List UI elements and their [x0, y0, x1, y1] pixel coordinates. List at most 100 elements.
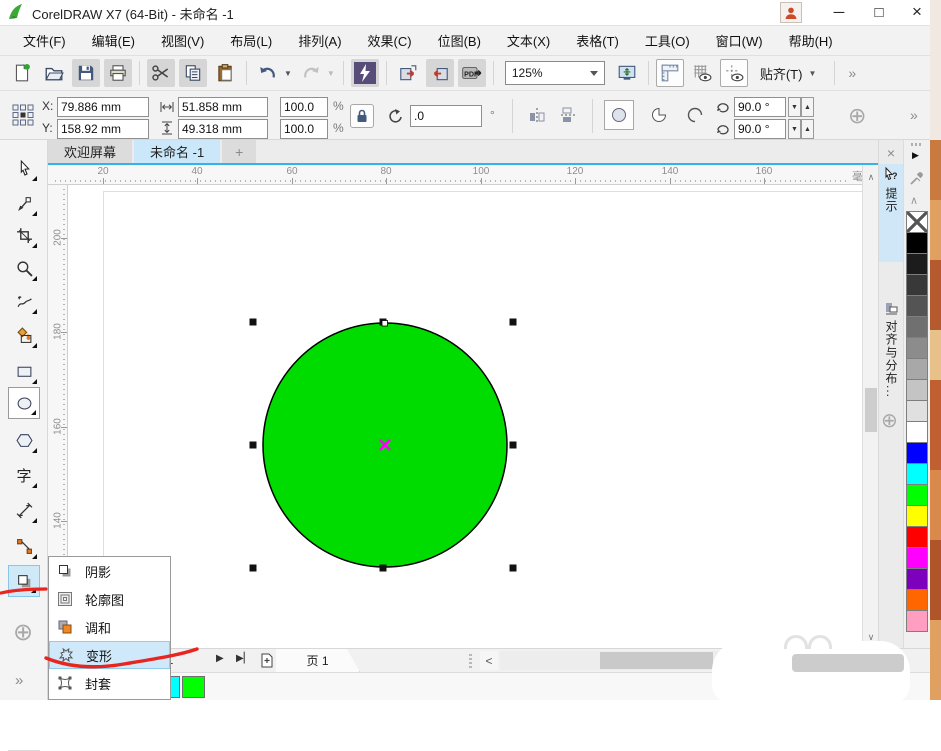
menu-item-10[interactable]: 窗口(W) — [703, 27, 776, 54]
shape-tool[interactable] — [8, 187, 40, 219]
menu-item-7[interactable]: 文本(X) — [494, 27, 563, 54]
vertical-scroll-thumb[interactable] — [865, 388, 877, 432]
menu-item-5[interactable]: 效果(C) — [355, 27, 425, 54]
flyout-item-blend[interactable]: 调和 — [49, 613, 170, 641]
palette-swatch[interactable] — [906, 610, 928, 632]
crop-tool[interactable] — [8, 219, 40, 251]
scale-v-input[interactable] — [280, 119, 328, 139]
drop-shadow-tool[interactable] — [8, 565, 40, 597]
show-grid-button[interactable] — [688, 59, 716, 87]
start-angle-input[interactable] — [734, 97, 786, 117]
palette-swatch[interactable] — [906, 358, 928, 380]
palette-swatch[interactable] — [906, 232, 928, 254]
start-angle-down-spinner[interactable]: ▼ — [788, 97, 801, 117]
snap-to-button[interactable]: 贴齐(T) ▼ — [754, 61, 826, 86]
dimension-tool[interactable] — [8, 494, 40, 526]
eyedropper-icon[interactable] — [909, 170, 925, 186]
docker-tab-hints[interactable]: ? 提示 — [879, 164, 904, 262]
add-page-icon[interactable] — [260, 653, 274, 668]
palette-swatch[interactable] — [906, 526, 928, 548]
scale-h-input[interactable] — [280, 97, 328, 117]
document-palette-swatch[interactable] — [182, 676, 205, 698]
x-position-input[interactable] — [57, 97, 149, 117]
mirror-horizontal-button[interactable] — [524, 102, 550, 128]
quick-customize-button[interactable]: ⊕ — [848, 103, 866, 129]
object-origin-icon[interactable] — [12, 104, 34, 126]
toolbox-customize-button[interactable]: ⊕ — [13, 618, 33, 647]
new-tab-button[interactable]: + — [222, 140, 256, 163]
zoom-tool[interactable] — [8, 252, 40, 284]
publish-pdf-button[interactable]: PDF — [458, 59, 486, 87]
palette-grip[interactable] — [911, 143, 923, 146]
horizontal-ruler[interactable]: 毫米 20406080100120140160 — [48, 165, 878, 185]
undo-button[interactable] — [254, 59, 282, 87]
menu-item-11[interactable]: 帮助(H) — [776, 27, 846, 54]
minimize-button[interactable]: ─ — [822, 0, 856, 24]
end-angle-down-spinner[interactable]: ▼ — [788, 119, 801, 139]
tab-welcome-screen[interactable]: 欢迎屏幕 — [48, 140, 132, 163]
zoom-level-combobox[interactable]: 125% — [505, 61, 605, 85]
flyout-item-envelope[interactable]: 封套 — [49, 669, 170, 697]
palette-swatch[interactable] — [906, 589, 928, 611]
redo-dropdown-arrow[interactable]: ▼ — [327, 69, 335, 78]
toolbox-overflow-button[interactable]: » — [15, 672, 23, 689]
end-angle-up-spinner[interactable]: ▲ — [801, 119, 814, 139]
palette-swatch[interactable] — [906, 337, 928, 359]
application-launcher-button[interactable] — [351, 59, 379, 87]
palette-scroll-up[interactable]: ∧ — [910, 194, 918, 207]
end-angle-input[interactable] — [734, 119, 786, 139]
last-page-button[interactable]: ▶▏ — [236, 653, 251, 664]
show-rulers-button[interactable] — [656, 59, 684, 87]
import-button[interactable] — [394, 59, 422, 87]
open-button[interactable] — [40, 59, 68, 87]
flyout-item-distort[interactable]: 变形 — [49, 641, 170, 669]
pick-tool[interactable] — [8, 152, 40, 184]
show-guidelines-button[interactable] — [720, 59, 748, 87]
menu-item-9[interactable]: 工具(O) — [632, 27, 703, 54]
arc-mode-button[interactable] — [682, 102, 708, 128]
polygon-tool[interactable] — [8, 424, 40, 456]
menu-item-4[interactable]: 排列(A) — [285, 27, 354, 54]
smart-fill-tool[interactable] — [8, 319, 40, 351]
menu-item-1[interactable]: 编辑(E) — [79, 27, 148, 54]
ellipse-tool[interactable] — [8, 387, 40, 419]
text-tool[interactable]: 字 — [8, 459, 40, 491]
new-document-button[interactable] — [8, 59, 36, 87]
page-1-tab[interactable]: 页 1 — [276, 649, 360, 672]
palette-swatch[interactable] — [906, 295, 928, 317]
maximize-button[interactable]: □ — [862, 0, 896, 24]
print-button[interactable] — [104, 59, 132, 87]
hscroll-left-button[interactable]: < — [480, 651, 498, 670]
fullscreen-preview-button[interactable] — [613, 59, 641, 87]
save-button[interactable] — [72, 59, 100, 87]
mirror-vertical-button[interactable] — [556, 102, 582, 128]
palette-swatch[interactable] — [906, 316, 928, 338]
propbar-overflow-button[interactable]: » — [910, 107, 918, 123]
tab-untitled-document[interactable]: 未命名 -1 — [134, 140, 220, 163]
menu-item-6[interactable]: 位图(B) — [425, 27, 494, 54]
menu-item-3[interactable]: 布局(L) — [217, 27, 285, 54]
object-height-input[interactable] — [178, 119, 268, 139]
palette-swatch[interactable] — [906, 421, 928, 443]
palette-swatch[interactable] — [906, 274, 928, 296]
palette-swatch[interactable] — [906, 505, 928, 527]
flyout-item-contour[interactable]: 轮廓图 — [49, 585, 170, 613]
palette-swatch[interactable] — [906, 442, 928, 464]
y-position-input[interactable] — [57, 119, 149, 139]
ellipse-top-node[interactable] — [382, 321, 388, 327]
account-button[interactable] — [780, 2, 802, 23]
freehand-tool[interactable] — [8, 285, 40, 317]
palette-flyout-arrow[interactable]: ▶ — [912, 150, 919, 161]
paste-button[interactable] — [211, 59, 239, 87]
docker-close-button[interactable]: × — [881, 144, 901, 162]
rectangle-tool[interactable] — [8, 355, 40, 387]
export-button[interactable] — [426, 59, 454, 87]
copy-button[interactable] — [179, 59, 207, 87]
redo-button[interactable] — [297, 59, 325, 87]
menu-item-0[interactable]: 文件(F) — [10, 27, 79, 54]
toolbar-overflow-button[interactable]: » — [848, 65, 856, 81]
horizontal-scroll-thumb[interactable] — [600, 652, 713, 669]
palette-swatch[interactable] — [906, 253, 928, 275]
lock-ratio-button[interactable] — [350, 104, 374, 128]
palette-swatch[interactable] — [906, 547, 928, 569]
